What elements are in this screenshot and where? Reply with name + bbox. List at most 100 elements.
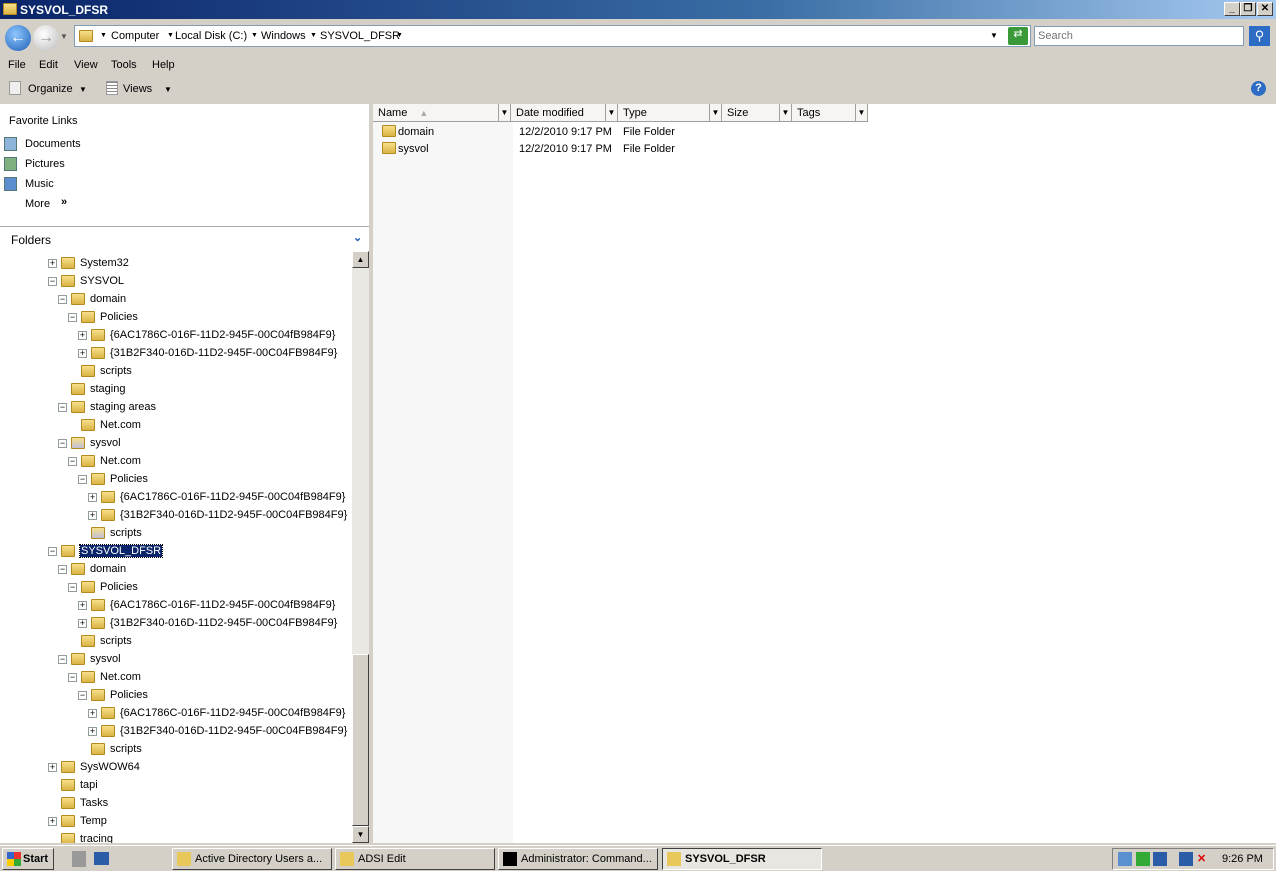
tree-item[interactable]: scripts: [0, 633, 352, 651]
column-tags[interactable]: Tags: [792, 104, 856, 122]
help-icon[interactable]: ?: [1251, 81, 1266, 96]
tree-item[interactable]: tapi: [0, 777, 352, 795]
collapse-icon[interactable]: −: [58, 403, 67, 412]
menu-view[interactable]: View: [74, 59, 98, 71]
tree-item[interactable]: − Net.com: [0, 669, 352, 687]
collapse-icon[interactable]: −: [58, 655, 67, 664]
search-icon[interactable]: ⚲: [1249, 26, 1270, 46]
views-button[interactable]: Views: [123, 83, 152, 95]
collapse-icon[interactable]: −: [78, 691, 87, 700]
collapse-icon[interactable]: −: [58, 439, 67, 448]
organize-button[interactable]: Organize: [28, 83, 73, 95]
breadcrumb-computer[interactable]: Computer: [111, 30, 159, 42]
tree-item[interactable]: − domain: [0, 291, 352, 309]
collapse-icon[interactable]: −: [68, 583, 77, 592]
file-row[interactable]: sysvol 12/2/2010 9:17 PM File Folder: [373, 140, 1276, 157]
tree-item[interactable]: + {31B2F340-016D-11D2-945F-00C04FB984F9}: [0, 507, 352, 525]
tree-item[interactable]: + {6AC1786C-016F-11D2-945F-00C04fB984F9}: [0, 597, 352, 615]
menu-help[interactable]: Help: [152, 59, 175, 71]
collapse-icon[interactable]: −: [78, 475, 87, 484]
forward-button[interactable]: →: [33, 25, 59, 51]
favorite-music[interactable]: Music: [25, 178, 54, 190]
back-button[interactable]: ←: [5, 25, 31, 51]
tree-item[interactable]: staging: [0, 381, 352, 399]
tree-item[interactable]: scripts: [0, 363, 352, 381]
collapse-icon[interactable]: −: [58, 295, 67, 304]
tree-item[interactable]: tracing: [0, 831, 352, 843]
folders-title[interactable]: Folders: [11, 233, 51, 247]
task-command-prompt[interactable]: Administrator: Command...: [498, 848, 658, 870]
tree-item[interactable]: − Policies: [0, 471, 352, 489]
tree-item[interactable]: + {31B2F340-016D-11D2-945F-00C04FB984F9}: [0, 723, 352, 741]
expand-icon[interactable]: +: [48, 259, 57, 268]
task-adsi-edit[interactable]: ADSI Edit: [335, 848, 495, 870]
favorite-pictures[interactable]: Pictures: [25, 158, 65, 170]
chevron-right-icon[interactable]: »: [61, 196, 67, 208]
collapse-icon[interactable]: −: [68, 313, 77, 322]
task-sysvol-dfsr[interactable]: SYSVOL_DFSR: [662, 848, 822, 870]
column-name[interactable]: Name ▲: [373, 104, 499, 122]
column-type-dropdown[interactable]: ▼: [710, 104, 722, 122]
chevron-down-icon[interactable]: ⌄: [353, 231, 362, 244]
menu-tools[interactable]: Tools: [111, 59, 137, 71]
tree-item[interactable]: − sysvol: [0, 435, 352, 453]
breadcrumb-sysvol-dfsr[interactable]: SYSVOL_DFSR: [320, 30, 400, 42]
tray-icon[interactable]: [1153, 852, 1167, 866]
tree-item[interactable]: Tasks: [0, 795, 352, 813]
address-bar[interactable]: ▼ Computer ▼ Local Disk (C:) ▼ Windows ▼ SYS…: [74, 25, 1031, 47]
file-row[interactable]: domain 12/2/2010 9:17 PM File Folder: [373, 123, 1276, 140]
tree-item[interactable]: + {6AC1786C-016F-11D2-945F-00C04fB984F9}: [0, 705, 352, 723]
tree-item[interactable]: − Policies: [0, 309, 352, 327]
tree-item[interactable]: − Policies: [0, 687, 352, 705]
column-date-dropdown[interactable]: ▼: [606, 104, 618, 122]
expand-icon[interactable]: +: [88, 493, 97, 502]
search-input[interactable]: [1034, 26, 1244, 46]
show-desktop-icon[interactable]: [94, 852, 109, 865]
collapse-icon[interactable]: −: [68, 457, 77, 466]
expand-icon[interactable]: +: [78, 619, 87, 628]
expand-icon[interactable]: +: [48, 763, 57, 772]
tree-item[interactable]: Net.com: [0, 417, 352, 435]
tree-item[interactable]: + Temp: [0, 813, 352, 831]
tree-item[interactable]: + {6AC1786C-016F-11D2-945F-00C04fB984F9}: [0, 489, 352, 507]
collapse-icon[interactable]: −: [58, 565, 67, 574]
restore-button[interactable]: ❐: [1240, 2, 1256, 16]
address-dropdown[interactable]: ▼: [990, 31, 998, 40]
tree-item[interactable]: scripts: [0, 525, 352, 543]
tree-item[interactable]: + {6AC1786C-016F-11D2-945F-00C04fB984F9}: [0, 327, 352, 345]
favorite-more[interactable]: More: [25, 198, 50, 210]
column-type[interactable]: Type: [618, 104, 710, 122]
tree-item[interactable]: + {31B2F340-016D-11D2-945F-00C04FB984F9}: [0, 345, 352, 363]
menu-edit[interactable]: Edit: [39, 59, 58, 71]
tree-item[interactable]: − sysvol: [0, 651, 352, 669]
close-button[interactable]: ✕: [1257, 2, 1273, 16]
tree-item[interactable]: + System32: [0, 255, 352, 273]
column-size[interactable]: Size: [722, 104, 780, 122]
recent-pages-dropdown[interactable]: ▼: [60, 32, 68, 41]
tray-icon[interactable]: [1118, 852, 1132, 866]
minimize-button[interactable]: _: [1224, 2, 1240, 16]
tree-item[interactable]: scripts: [0, 741, 352, 759]
expand-icon[interactable]: +: [88, 727, 97, 736]
column-date-modified[interactable]: Date modified: [511, 104, 606, 122]
expand-icon[interactable]: +: [88, 709, 97, 718]
scroll-down-button[interactable]: ▼: [352, 826, 369, 843]
breadcrumb-local-disk[interactable]: Local Disk (C:): [175, 30, 247, 42]
column-tags-dropdown[interactable]: ▼: [856, 104, 868, 122]
tree-item[interactable]: − domain: [0, 561, 352, 579]
task-active-directory[interactable]: Active Directory Users a...: [172, 848, 332, 870]
expand-icon[interactable]: +: [78, 601, 87, 610]
menu-file[interactable]: File: [8, 59, 26, 71]
clock[interactable]: 9:26 PM: [1222, 853, 1263, 865]
volume-muted-icon[interactable]: ✕: [1197, 852, 1211, 866]
tree-scrollbar[interactable]: ▲ ▼: [352, 251, 369, 843]
collapse-icon[interactable]: −: [68, 673, 77, 682]
tree-item[interactable]: + {31B2F340-016D-11D2-945F-00C04FB984F9}: [0, 615, 352, 633]
favorite-documents[interactable]: Documents: [25, 138, 81, 150]
collapse-icon[interactable]: −: [48, 547, 57, 556]
breadcrumb-windows[interactable]: Windows: [261, 30, 306, 42]
expand-icon[interactable]: +: [78, 349, 87, 358]
tree-item[interactable]: − staging areas: [0, 399, 352, 417]
tree-item[interactable]: − SYSVOL: [0, 273, 352, 291]
expand-icon[interactable]: +: [48, 817, 57, 826]
